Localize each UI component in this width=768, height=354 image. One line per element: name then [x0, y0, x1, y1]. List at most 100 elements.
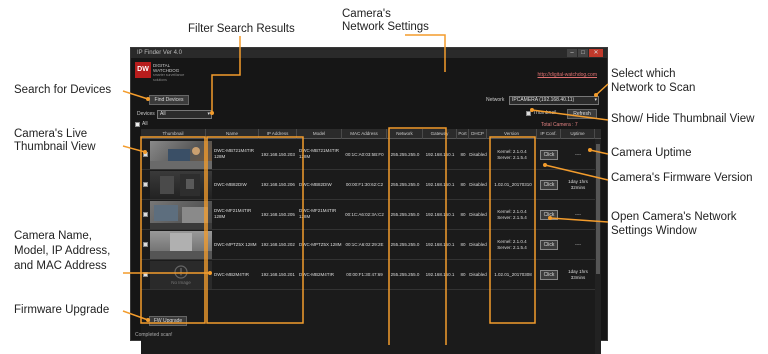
- col-name: Name: [206, 129, 259, 139]
- thumbnail-checkbox[interactable]: [526, 111, 531, 116]
- camera-name: DWC-MPTZ5X 128M: [214, 242, 257, 247]
- callout-live-thumb-line2: Thumbnail View: [14, 141, 96, 153]
- camera-mac: 00:00:F1:30:47:69: [346, 272, 383, 277]
- ip-conf-click-button[interactable]: Click: [540, 150, 558, 160]
- maximize-button[interactable]: □: [578, 49, 588, 57]
- camera-netmask: 255.255.255.0: [390, 182, 420, 187]
- callout-open-settings-line2: Settings Window: [611, 225, 697, 237]
- callout-search-devices: Search for Devices: [14, 84, 112, 96]
- table-row[interactable]: DWC-MB721M4TIR 128M 192.168.150.203 DWC-…: [141, 140, 601, 170]
- camera-gateway: 192.168.150.1: [425, 182, 455, 187]
- table-row[interactable]: DWC-MB82DIW 192.168.150.206 DWC-MB82DIW …: [141, 170, 601, 200]
- col-uptime: Uptime: [561, 129, 595, 139]
- table-header: Thumbnail Name IP Address Model MAC Addr…: [141, 129, 601, 139]
- camera-gateway: 192.168.150.1: [425, 272, 455, 277]
- camera-model: DWC-MB721M4TIR 128M: [299, 148, 340, 159]
- title-bar: IP Finder Ver 4.0 – □ ✕: [131, 48, 607, 58]
- col-ipconf: IP Conf.: [537, 129, 561, 139]
- callout-show-hide-thumb: Show/ Hide Thumbnail View: [611, 113, 755, 125]
- network-select[interactable]: IPCAMERA (192.168.40.11) ▾: [509, 96, 599, 105]
- select-all-checkbox[interactable]: [135, 122, 140, 127]
- table-row[interactable]: DWC-MF21M4TIR 128M 192.168.150.205 DWC-M…: [141, 200, 601, 230]
- camera-dhcp: Disabled: [469, 152, 487, 157]
- row-checkbox[interactable]: [143, 272, 148, 277]
- callout-network-settings-line1: Camera's: [342, 8, 391, 20]
- camera-mac: 00:00:F1:30:62:C2: [345, 182, 384, 187]
- camera-thumbnail: [150, 201, 212, 229]
- row-checkbox[interactable]: [143, 212, 148, 217]
- devices-filter-value: All: [160, 111, 166, 117]
- col-model: Model: [297, 129, 342, 139]
- chevron-down-icon: ▾: [594, 97, 597, 103]
- camera-dhcp: Disabled: [469, 272, 487, 277]
- callout-select-network-line1: Select which: [611, 68, 676, 80]
- col-dhcp: DHCP: [469, 129, 487, 139]
- camera-port: 80: [460, 242, 466, 247]
- callout-filter-search: Filter Search Results: [188, 23, 295, 35]
- devices-filter-select[interactable]: All ▾: [157, 110, 212, 119]
- camera-name: DWC-MB721M4TIR 128M: [214, 148, 255, 159]
- fw-upgrade-button[interactable]: FW Upgrade: [149, 316, 187, 326]
- no-image-label: No Image: [171, 280, 191, 285]
- camera-uptime: ----: [575, 212, 581, 217]
- camera-gateway: 192.168.150.1: [425, 242, 455, 247]
- brand-logo: DW DIGITAL WATCHDOG smarter surveillance…: [135, 62, 185, 82]
- chevron-down-icon: ▾: [207, 111, 210, 117]
- camera-thumbnail: [150, 171, 212, 199]
- table-row[interactable]: DWC-MPTZ5X 128M 192.168.150.202 DWC-MPTZ…: [141, 230, 601, 260]
- row-checkbox[interactable]: [143, 152, 148, 157]
- col-version: Version: [487, 129, 537, 139]
- ip-conf-click-button[interactable]: Click: [540, 270, 558, 280]
- table-scrollbar[interactable]: [595, 139, 601, 354]
- camera-version: Kernel: 2.1.0.4 Server: 2.1.5.4: [497, 149, 527, 160]
- callout-uptime: Camera Uptime: [611, 147, 692, 159]
- callout-select-network-line2: Network to Scan: [611, 82, 696, 94]
- camera-version: Kernel: 2.1.0.4 Server: 2.1.5.4: [497, 209, 527, 220]
- camera-netmask: 255.255.255.0: [390, 152, 420, 157]
- callout-name-model-line1: Camera Name,: [14, 230, 92, 242]
- minimize-button[interactable]: –: [567, 49, 577, 57]
- total-camera-count: Total Camera : 7: [541, 122, 578, 128]
- website-link[interactable]: http://digital-watchdog.com: [538, 72, 597, 78]
- row-checkbox[interactable]: [143, 182, 148, 187]
- thumbnail-label: Thumbnail: [533, 110, 557, 116]
- camera-model: DWC-MB2M4TIR: [299, 272, 334, 277]
- logo-mark: DW: [135, 62, 151, 78]
- camera-mac: 00:1C:A6:02:3A:C2: [345, 212, 384, 217]
- camera-model: DWC-MPTZ5X 128M: [299, 242, 342, 247]
- camera-gateway: 192.168.150.1: [425, 152, 455, 157]
- camera-version: Kernel: 2.1.0.4 Server: 2.1.5.4: [497, 239, 527, 250]
- camera-mac: 00:1C:A6:02:29:2E: [345, 242, 384, 247]
- row-checkbox[interactable]: [143, 242, 148, 247]
- camera-port: 80: [460, 212, 466, 217]
- logo-text: DIGITAL WATCHDOG: [153, 63, 180, 73]
- camera-name: DWC-MB82DIW: [214, 182, 247, 187]
- network-select-value: IPCAMERA (192.168.40.11): [512, 97, 575, 103]
- find-devices-button[interactable]: Find Devices: [149, 95, 189, 105]
- camera-gateway: 192.168.150.1: [425, 212, 455, 217]
- camera-name: DWC-MB2M4TIR: [214, 272, 249, 277]
- ip-finder-window: IP Finder Ver 4.0 – □ ✕ DW DIGITAL WATCH…: [130, 47, 608, 354]
- device-table: Thumbnail Name IP Address Model MAC Addr…: [141, 129, 601, 354]
- ip-conf-click-button[interactable]: Click: [540, 180, 558, 190]
- table-row[interactable]: No Image DWC-MB2M4TIR 192.168.150.201 DW…: [141, 260, 601, 290]
- camera-uptime: ----: [575, 152, 581, 157]
- network-label: Network: [486, 97, 505, 103]
- ip-conf-click-button[interactable]: Click: [540, 210, 558, 220]
- scrollbar-thumb[interactable]: [596, 144, 600, 274]
- camera-model: DWC-MB82DIW: [299, 182, 332, 187]
- camera-netmask: 255.255.255.0: [390, 212, 420, 217]
- callout-network-settings-line2: Network Settings: [342, 21, 429, 33]
- close-button[interactable]: ✕: [589, 49, 603, 57]
- refresh-button[interactable]: Refresh: [567, 109, 597, 119]
- status-text: Completed scan!: [135, 332, 173, 338]
- col-gateway: Gateway: [423, 129, 457, 139]
- ip-conf-click-button[interactable]: Click: [540, 240, 558, 250]
- camera-model: DWC-MF21M4TIR 128M: [299, 208, 337, 219]
- camera-thumbnail: [150, 141, 212, 169]
- devices-label: Devices: [137, 111, 155, 117]
- camera-dhcp: Disabled: [469, 212, 487, 217]
- camera-ip: 192.168.150.201: [261, 272, 295, 277]
- camera-port: 80: [460, 152, 466, 157]
- logo-tagline: smarter surveillance solutions: [153, 73, 185, 82]
